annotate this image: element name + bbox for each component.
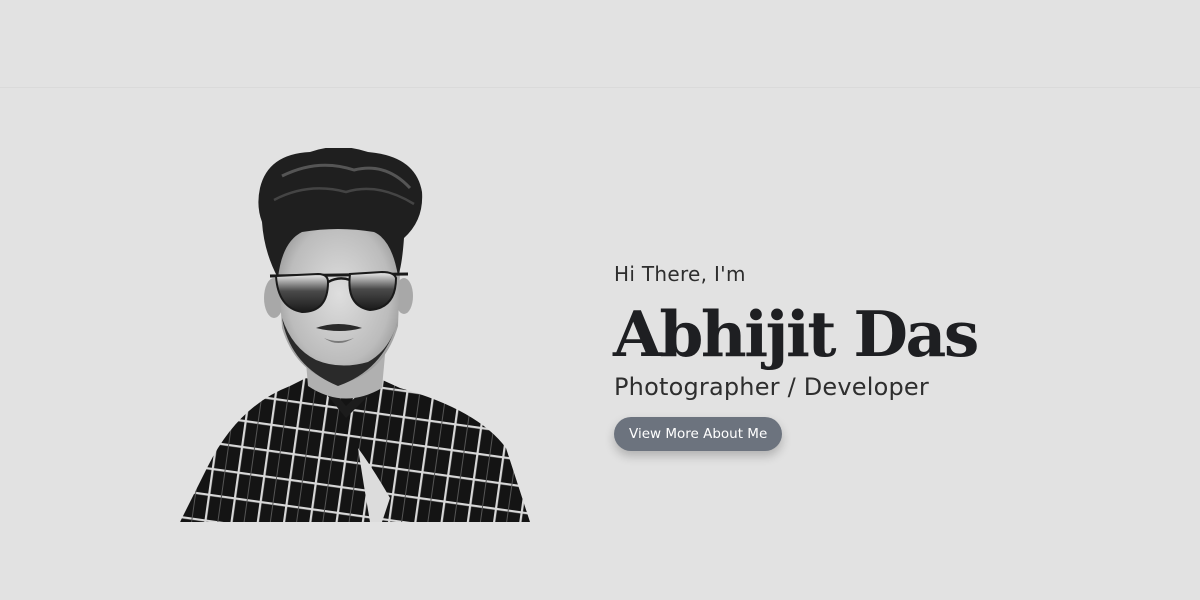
hero-section: Hi There, I'm Abhijit Das Photographer /…: [0, 88, 1200, 600]
greeting-text: Hi There, I'm: [614, 262, 746, 286]
top-navbar: [0, 0, 1200, 88]
view-more-button[interactable]: View More About Me: [614, 417, 783, 451]
intro-text-block: Hi There, I'm Abhijit Das Photographer /…: [613, 262, 1134, 451]
profile-portrait: [180, 148, 530, 522]
role-subtitle: Photographer / Developer: [614, 373, 929, 401]
hero-name-heading: Abhijit Das: [613, 297, 979, 371]
